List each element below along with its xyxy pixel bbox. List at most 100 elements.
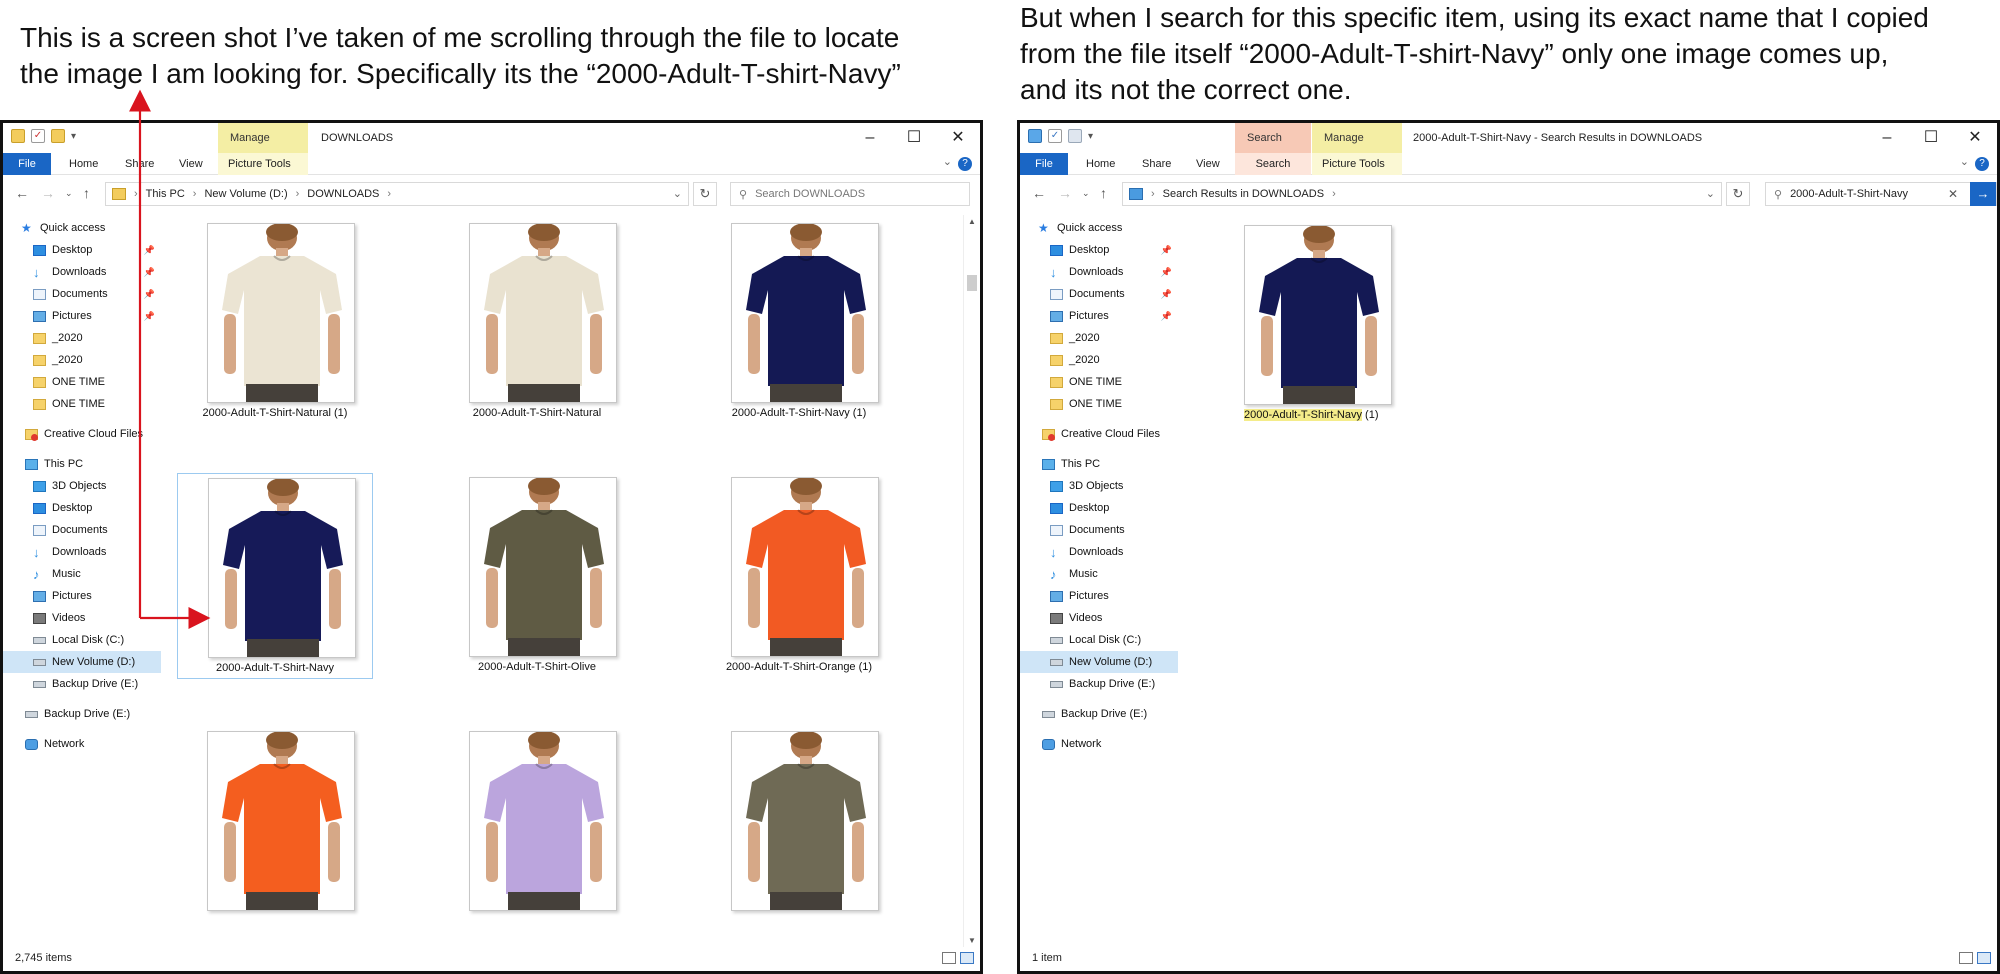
file-tile[interactable] bbox=[439, 727, 635, 933]
tab-picture-tools[interactable]: Picture Tools bbox=[1312, 153, 1402, 175]
recent-locations-icon[interactable]: ⌄ bbox=[1082, 188, 1090, 199]
result-tile[interactable]: 2000-Adult-T-Shirt-Navy (1) bbox=[1190, 221, 1392, 427]
help-icon[interactable]: ? bbox=[958, 157, 972, 171]
scroll-down-icon[interactable]: ▼ bbox=[964, 936, 980, 945]
folder-icon[interactable] bbox=[11, 129, 25, 143]
up-icon[interactable]: ↑ bbox=[83, 185, 90, 201]
tab-manage[interactable]: Manage bbox=[218, 123, 308, 153]
search-folder-icon[interactable] bbox=[1028, 129, 1042, 143]
nav-pc-2[interactable]: Documents bbox=[1020, 519, 1180, 541]
file-tile[interactable] bbox=[701, 727, 897, 933]
properties-icon[interactable]: ✓ bbox=[1048, 129, 1062, 143]
breadcrumb-this-pc[interactable]: This PC bbox=[146, 188, 185, 200]
address-dropdown-icon[interactable]: ⌄ bbox=[673, 187, 682, 200]
expand-ribbon-icon[interactable]: ⌄ bbox=[1960, 155, 1969, 168]
address-bar[interactable]: › This PC › New Volume (D:) › DOWNLOADS … bbox=[105, 182, 689, 206]
minimize-button[interactable]: – bbox=[1865, 123, 1909, 153]
nav-pc-6[interactable]: Videos bbox=[3, 607, 163, 629]
address-dropdown-icon[interactable]: ⌄ bbox=[1706, 187, 1715, 200]
pin-icon[interactable]: 📌 bbox=[1161, 245, 1172, 256]
up-icon[interactable]: ↑ bbox=[1100, 185, 1107, 201]
file-tile[interactable]: 2000-Adult-T-Shirt-Orange (1) bbox=[701, 473, 897, 679]
properties-icon[interactable]: ✓ bbox=[31, 129, 45, 143]
nav-backup-drive[interactable]: Backup Drive (E:) bbox=[1020, 703, 1180, 725]
nav-folder-2[interactable]: ONE TIME bbox=[3, 371, 163, 393]
nav-pc-0[interactable]: 3D Objects bbox=[3, 475, 163, 497]
refresh-button[interactable]: ↻ bbox=[1726, 182, 1750, 206]
nav-pc-4[interactable]: ♪ Music bbox=[1020, 563, 1180, 585]
search-go-icon[interactable]: → bbox=[1970, 182, 1996, 206]
nav-quick-access[interactable]: ★ Quick access bbox=[3, 217, 163, 239]
tab-home[interactable]: Home bbox=[1076, 153, 1125, 175]
nav-quick-pictures[interactable]: Pictures 📌 bbox=[1020, 305, 1180, 327]
pin-icon[interactable]: 📌 bbox=[1161, 267, 1172, 278]
nav-this-pc[interactable]: This PC bbox=[3, 453, 163, 475]
tab-file[interactable]: File bbox=[1020, 153, 1068, 175]
pin-icon[interactable]: 📌 bbox=[1161, 311, 1172, 322]
customize-toolbar-icon[interactable]: ▾ bbox=[71, 131, 76, 142]
scroll-thumb[interactable] bbox=[967, 275, 977, 291]
tab-manage[interactable]: Manage bbox=[1312, 123, 1402, 153]
nav-pc-5[interactable]: Pictures bbox=[3, 585, 163, 607]
search-input[interactable]: ⚲ Search DOWNLOADS bbox=[730, 182, 970, 206]
nav-backup-drive[interactable]: Backup Drive (E:) bbox=[3, 703, 163, 725]
tab-share[interactable]: Share bbox=[115, 153, 164, 175]
breadcrumb-search-results[interactable]: Search Results in DOWNLOADS bbox=[1163, 188, 1324, 200]
tab-search-tools[interactable]: Search Tools bbox=[1235, 123, 1311, 174]
nav-network[interactable]: Network bbox=[1020, 733, 1180, 755]
pin-icon[interactable]: 📌 bbox=[144, 311, 155, 322]
nav-pc-4[interactable]: ♪ Music bbox=[3, 563, 163, 585]
nav-pc-1[interactable]: Desktop bbox=[1020, 497, 1180, 519]
nav-pc-9[interactable]: Backup Drive (E:) bbox=[1020, 673, 1180, 695]
tab-file[interactable]: File bbox=[3, 153, 51, 175]
details-view-icon[interactable] bbox=[1959, 952, 1973, 964]
back-icon[interactable]: ← bbox=[15, 185, 29, 201]
pin-icon[interactable]: 📌 bbox=[1161, 289, 1172, 300]
recent-locations-icon[interactable]: ⌄ bbox=[65, 188, 73, 199]
tab-view[interactable]: View bbox=[169, 153, 213, 175]
tab-picture-tools[interactable]: Picture Tools bbox=[218, 153, 308, 175]
pin-icon[interactable]: 📌 bbox=[144, 245, 155, 256]
customize-toolbar-icon[interactable]: ▾ bbox=[1088, 131, 1093, 142]
tab-home[interactable]: Home bbox=[59, 153, 108, 175]
vertical-scrollbar[interactable]: ▲ ▼ bbox=[963, 215, 980, 947]
tab-search[interactable]: Search bbox=[1235, 153, 1311, 175]
file-tile[interactable]: 2000-Adult-T-Shirt-Natural bbox=[439, 219, 635, 425]
nav-pc-2[interactable]: Documents bbox=[3, 519, 163, 541]
breadcrumb-new-volume[interactable]: New Volume (D:) bbox=[204, 188, 287, 200]
file-tile[interactable]: 2000-Adult-T-Shirt-Navy (1) bbox=[701, 219, 897, 425]
nav-folder-0[interactable]: _2020 bbox=[1020, 327, 1180, 349]
maximize-button[interactable]: ☐ bbox=[1909, 123, 1953, 153]
nav-quick-documents[interactable]: Documents 📌 bbox=[3, 283, 163, 305]
nav-folder-1[interactable]: _2020 bbox=[3, 349, 163, 371]
nav-folder-3[interactable]: ONE TIME bbox=[1020, 393, 1180, 415]
close-button[interactable]: ✕ bbox=[936, 123, 980, 153]
nav-pc-3[interactable]: ↓ Downloads bbox=[3, 541, 163, 563]
nav-quick-desktop[interactable]: Desktop 📌 bbox=[3, 239, 163, 261]
nav-pc-8[interactable]: New Volume (D:) bbox=[3, 651, 161, 673]
large-icons-view-icon[interactable] bbox=[960, 952, 974, 964]
file-tile[interactable] bbox=[177, 727, 373, 933]
back-icon[interactable]: ← bbox=[1032, 185, 1046, 201]
search-input[interactable]: ⚲ 2000-Adult-T-Shirt-Navy ✕ → bbox=[1765, 182, 1997, 206]
file-tile[interactable]: 2000-Adult-T-Shirt-Natural (1) bbox=[177, 219, 373, 425]
scroll-up-icon[interactable]: ▲ bbox=[964, 217, 980, 226]
new-folder-icon[interactable] bbox=[51, 129, 65, 143]
nav-pc-7[interactable]: Local Disk (C:) bbox=[3, 629, 163, 651]
nav-folder-1[interactable]: _2020 bbox=[1020, 349, 1180, 371]
nav-pc-0[interactable]: 3D Objects bbox=[1020, 475, 1180, 497]
pin-icon[interactable]: 📌 bbox=[144, 289, 155, 300]
nav-creative-cloud[interactable]: Creative Cloud Files bbox=[1020, 423, 1180, 445]
nav-folder-3[interactable]: ONE TIME bbox=[3, 393, 163, 415]
clear-search-icon[interactable]: ✕ bbox=[1948, 187, 1958, 201]
nav-pc-8[interactable]: New Volume (D:) bbox=[1020, 651, 1178, 673]
close-button[interactable]: ✕ bbox=[1953, 123, 1997, 153]
forward-icon[interactable]: → bbox=[41, 185, 55, 201]
nav-folder-2[interactable]: ONE TIME bbox=[1020, 371, 1180, 393]
nav-pc-6[interactable]: Videos bbox=[1020, 607, 1180, 629]
nav-creative-cloud[interactable]: Creative Cloud Files bbox=[3, 423, 163, 445]
pin-icon[interactable]: 📌 bbox=[144, 267, 155, 278]
file-tile[interactable]: 2000-Adult-T-Shirt-Navy bbox=[177, 473, 373, 679]
address-bar[interactable]: › Search Results in DOWNLOADS › ⌄ bbox=[1122, 182, 1722, 206]
nav-quick-desktop[interactable]: Desktop 📌 bbox=[1020, 239, 1180, 261]
